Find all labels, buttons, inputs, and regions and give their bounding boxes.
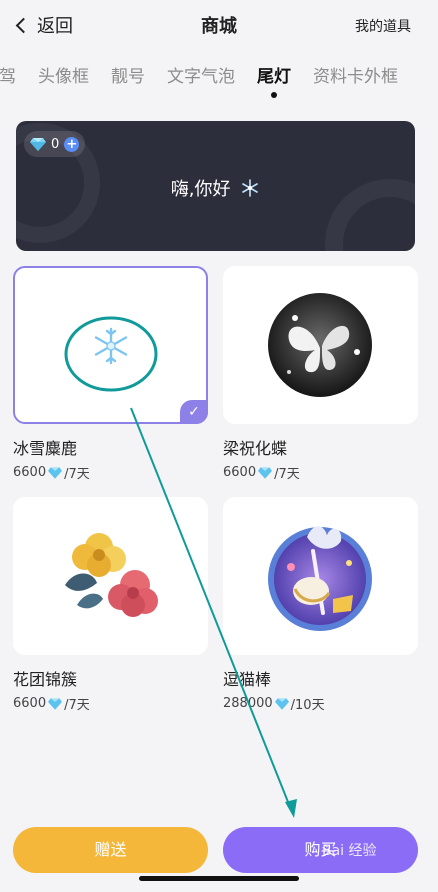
annotation-overlay (64, 316, 297, 818)
annotation-arrow (130, 407, 293, 813)
annotation-circle (64, 316, 158, 392)
annotation-arrowhead (285, 799, 297, 818)
